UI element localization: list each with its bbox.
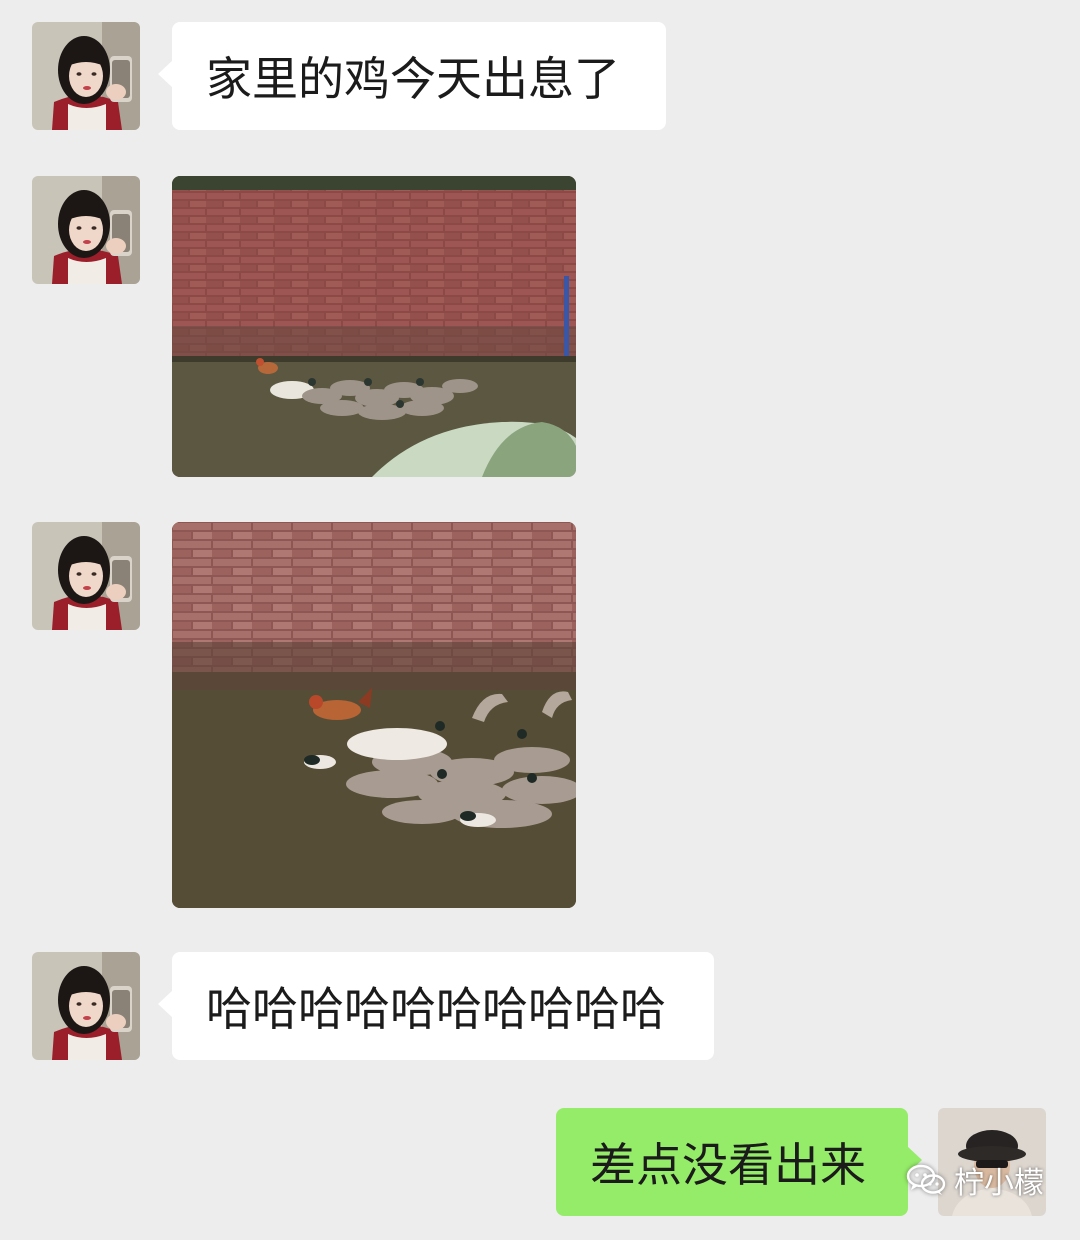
watermark-label: 柠小檬 xyxy=(954,1166,1044,1201)
chicken-among-ducks-photo xyxy=(172,522,576,908)
message-text: 差点没看出来 xyxy=(590,1138,866,1192)
wechat-channel-icon xyxy=(906,1163,946,1197)
message-bubble-text[interactable]: 差点没看出来 xyxy=(556,1108,922,1216)
message-bubble-text[interactable]: 家里的鸡今天出息了 xyxy=(158,22,666,130)
message-image[interactable] xyxy=(172,522,576,908)
message-text: 家里的鸡今天出息了 xyxy=(206,52,620,106)
message-text: 哈哈哈哈哈哈哈哈哈哈 xyxy=(206,982,666,1036)
wall-pond-ducks-photo xyxy=(172,176,576,477)
sender-avatar[interactable] xyxy=(32,522,140,630)
girl-avatar-image xyxy=(32,952,140,1060)
girl-avatar-image xyxy=(32,522,140,630)
message-image[interactable] xyxy=(172,176,576,477)
sender-avatar[interactable] xyxy=(32,952,140,1060)
watermark: 柠小檬 xyxy=(906,1158,1044,1202)
message-bubble-text[interactable]: 哈哈哈哈哈哈哈哈哈哈 xyxy=(158,952,714,1060)
girl-avatar-image xyxy=(32,176,140,284)
sender-avatar[interactable] xyxy=(32,176,140,284)
sender-avatar[interactable] xyxy=(32,22,140,130)
girl-avatar-image xyxy=(32,22,140,130)
